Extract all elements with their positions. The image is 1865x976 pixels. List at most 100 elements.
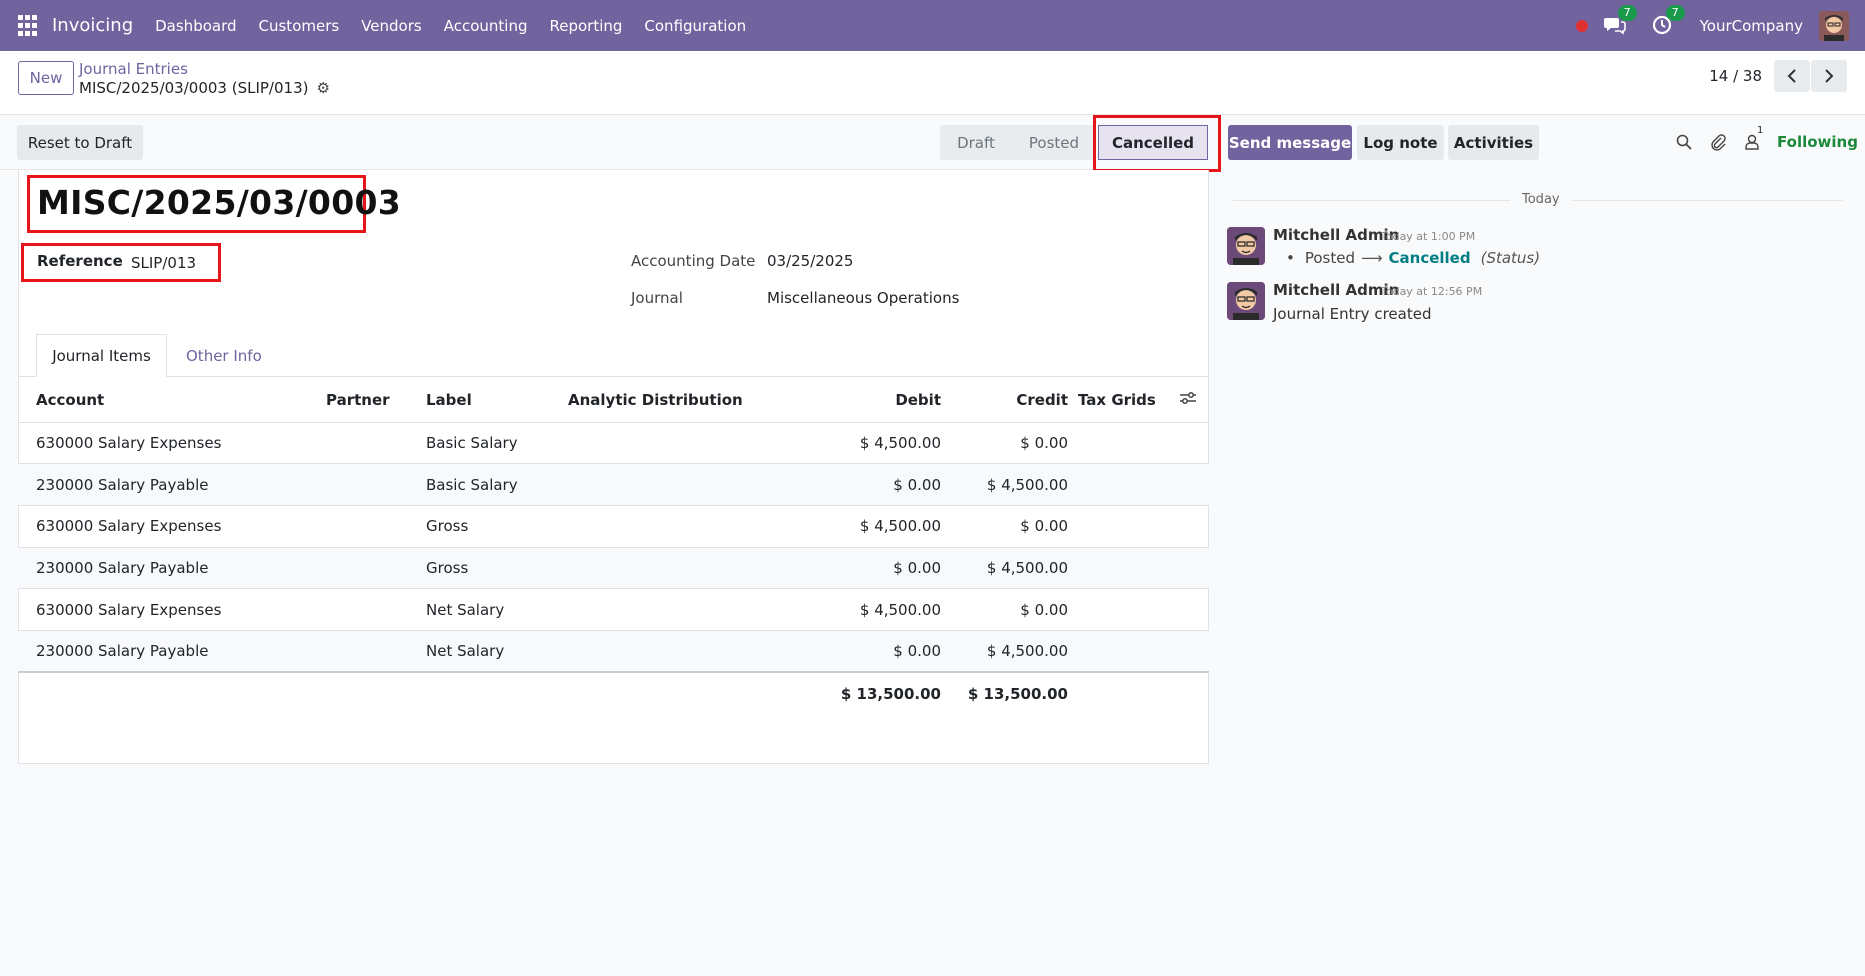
cell-label: Net Salary — [426, 588, 568, 631]
message-body: Journal Entry created — [1273, 305, 1432, 323]
reference-label: Reference — [37, 252, 123, 270]
cell-debit: $ 0.00 — [808, 629, 941, 673]
messages-button[interactable]: 7 — [1603, 4, 1637, 37]
user-icon — [1745, 134, 1759, 150]
send-message-button[interactable]: Send message — [1228, 125, 1352, 160]
col-credit[interactable]: Credit — [941, 378, 1068, 422]
menu-vendors[interactable]: Vendors — [361, 17, 422, 35]
chevron-left-icon — [1787, 69, 1796, 83]
pager-previous-button[interactable] — [1774, 60, 1810, 92]
cell-debit: $ 4,500.00 — [808, 421, 941, 464]
reset-to-draft-button[interactable]: Reset to Draft — [17, 125, 143, 160]
accounting-date-field[interactable]: 03/25/2025 — [767, 252, 853, 270]
cell-credit: $ 0.00 — [941, 421, 1068, 464]
cell-partner — [326, 463, 426, 506]
table-row[interactable]: 230000 Salary Payable Net Salary $ 0.00 … — [18, 629, 1209, 673]
stage-draft[interactable]: Draft — [940, 125, 1012, 160]
breadcrumb-journal-entries[interactable]: Journal Entries — [79, 60, 188, 78]
col-tax-grids-label: Tax Grids — [1078, 390, 1156, 409]
reference-field[interactable]: SLIP/013 — [131, 254, 196, 272]
new-button[interactable]: New — [18, 61, 74, 95]
follower-count: 1 — [1757, 125, 1764, 136]
search-messages-button[interactable] — [1675, 133, 1693, 151]
col-tax-grids[interactable]: Tax Grids — [1068, 378, 1209, 422]
log-note-button[interactable]: Log note — [1357, 125, 1444, 160]
cell-credit: $ 0.00 — [941, 588, 1068, 631]
record-title: MISC/2025/03/0003 (SLIP/013) — [79, 79, 309, 97]
pager-next-button[interactable] — [1811, 60, 1847, 92]
col-label[interactable]: Label — [426, 378, 568, 422]
cell-label: Basic Salary — [426, 463, 568, 506]
recording-dot-icon[interactable] — [1575, 19, 1588, 32]
message-avatar[interactable] — [1227, 227, 1265, 265]
chatter-tools: 1 Following — [1675, 125, 1858, 151]
table-row[interactable]: 630000 Salary Expenses Basic Salary $ 4,… — [18, 421, 1209, 464]
message-avatar[interactable] — [1227, 282, 1265, 320]
col-account[interactable]: Account — [18, 378, 326, 422]
cell-tax — [1068, 629, 1209, 673]
company-switcher[interactable]: YourCompany — [1700, 17, 1803, 35]
accounting-date-label: Accounting Date — [631, 252, 756, 270]
tracking-field-name: (Status) — [1480, 249, 1541, 267]
following-button[interactable]: Following — [1777, 133, 1858, 151]
cell-partner — [326, 504, 426, 548]
col-debit[interactable]: Debit — [808, 378, 941, 422]
total-credit: $ 13,500.00 — [941, 671, 1068, 715]
total-spacer — [568, 671, 808, 715]
gear-icon[interactable]: ⚙ — [316, 79, 329, 97]
menu-configuration[interactable]: Configuration — [644, 17, 746, 35]
menu-customers[interactable]: Customers — [259, 17, 340, 35]
tab-other-info[interactable]: Other Info — [186, 334, 262, 377]
cell-credit: $ 4,500.00 — [941, 629, 1068, 673]
table-row[interactable]: 230000 Salary Payable Gross $ 0.00 $ 4,5… — [18, 546, 1209, 589]
col-analytic-distribution[interactable]: Analytic Distribution — [568, 378, 808, 422]
apps-menu-icon[interactable] — [18, 14, 40, 37]
menu-accounting[interactable]: Accounting — [444, 17, 528, 35]
total-debit: $ 13,500.00 — [808, 671, 941, 715]
message-time: Today at 12:56 PM — [1381, 285, 1483, 298]
app-name[interactable]: Invoicing — [52, 15, 133, 36]
cell-analytic — [568, 629, 808, 673]
user-avatar[interactable] — [1819, 10, 1849, 41]
journal-field[interactable]: Miscellaneous Operations — [767, 289, 959, 307]
tab-journal-items[interactable]: Journal Items — [36, 334, 167, 377]
cell-debit: $ 0.00 — [808, 546, 941, 589]
highlight-box-cancelled — [1093, 115, 1221, 172]
message-time: Today at 1:00 PM — [1381, 230, 1476, 243]
breadcrumb-current-record: MISC/2025/03/0003 (SLIP/013) ⚙ — [79, 79, 330, 97]
table-totals-row: $ 13,500.00 $ 13,500.00 — [18, 671, 1209, 715]
table-row[interactable]: 230000 Salary Payable Basic Salary $ 0.0… — [18, 463, 1209, 506]
stage-posted[interactable]: Posted — [1012, 125, 1096, 160]
cell-analytic — [568, 546, 808, 589]
user-avatar-image — [1819, 10, 1849, 41]
cell-account: 230000 Salary Payable — [18, 546, 326, 589]
cell-tax — [1068, 463, 1209, 506]
activities-button[interactable]: 7 — [1652, 4, 1685, 37]
attachments-button[interactable] — [1709, 133, 1727, 151]
table-row[interactable]: 630000 Salary Expenses Gross $ 4,500.00 … — [18, 504, 1209, 548]
cell-debit: $ 4,500.00 — [808, 588, 941, 631]
cell-debit: $ 0.00 — [808, 463, 941, 506]
cell-partner — [326, 421, 426, 464]
col-partner[interactable]: Partner — [326, 378, 426, 422]
cell-tax — [1068, 504, 1209, 548]
avatar-image — [1227, 282, 1265, 320]
cell-tax — [1068, 421, 1209, 464]
cell-debit: $ 4,500.00 — [808, 504, 941, 548]
cell-analytic — [568, 421, 808, 464]
menu-reporting[interactable]: Reporting — [549, 17, 622, 35]
cell-account: 230000 Salary Payable — [18, 463, 326, 506]
cell-partner — [326, 546, 426, 589]
cell-label: Net Salary — [426, 629, 568, 673]
activities-button-chatter[interactable]: Activities — [1448, 125, 1539, 160]
pager-value[interactable]: 14 / 38 — [1709, 67, 1762, 85]
messages-badge: 7 — [1617, 4, 1637, 21]
followers-button[interactable]: 1 — [1743, 125, 1763, 151]
table-header-row: Account Partner Label Analytic Distribut… — [18, 378, 1209, 422]
control-panel: New Journal Entries MISC/2025/03/0003 (S… — [0, 51, 1865, 115]
search-icon — [1676, 134, 1692, 150]
menu-dashboard[interactable]: Dashboard — [155, 17, 236, 35]
table-row[interactable]: 630000 Salary Expenses Net Salary $ 4,50… — [18, 588, 1209, 631]
top-navbar: Invoicing Dashboard Customers Vendors Ac… — [0, 0, 1865, 51]
optional-columns-icon[interactable] — [1179, 391, 1197, 409]
